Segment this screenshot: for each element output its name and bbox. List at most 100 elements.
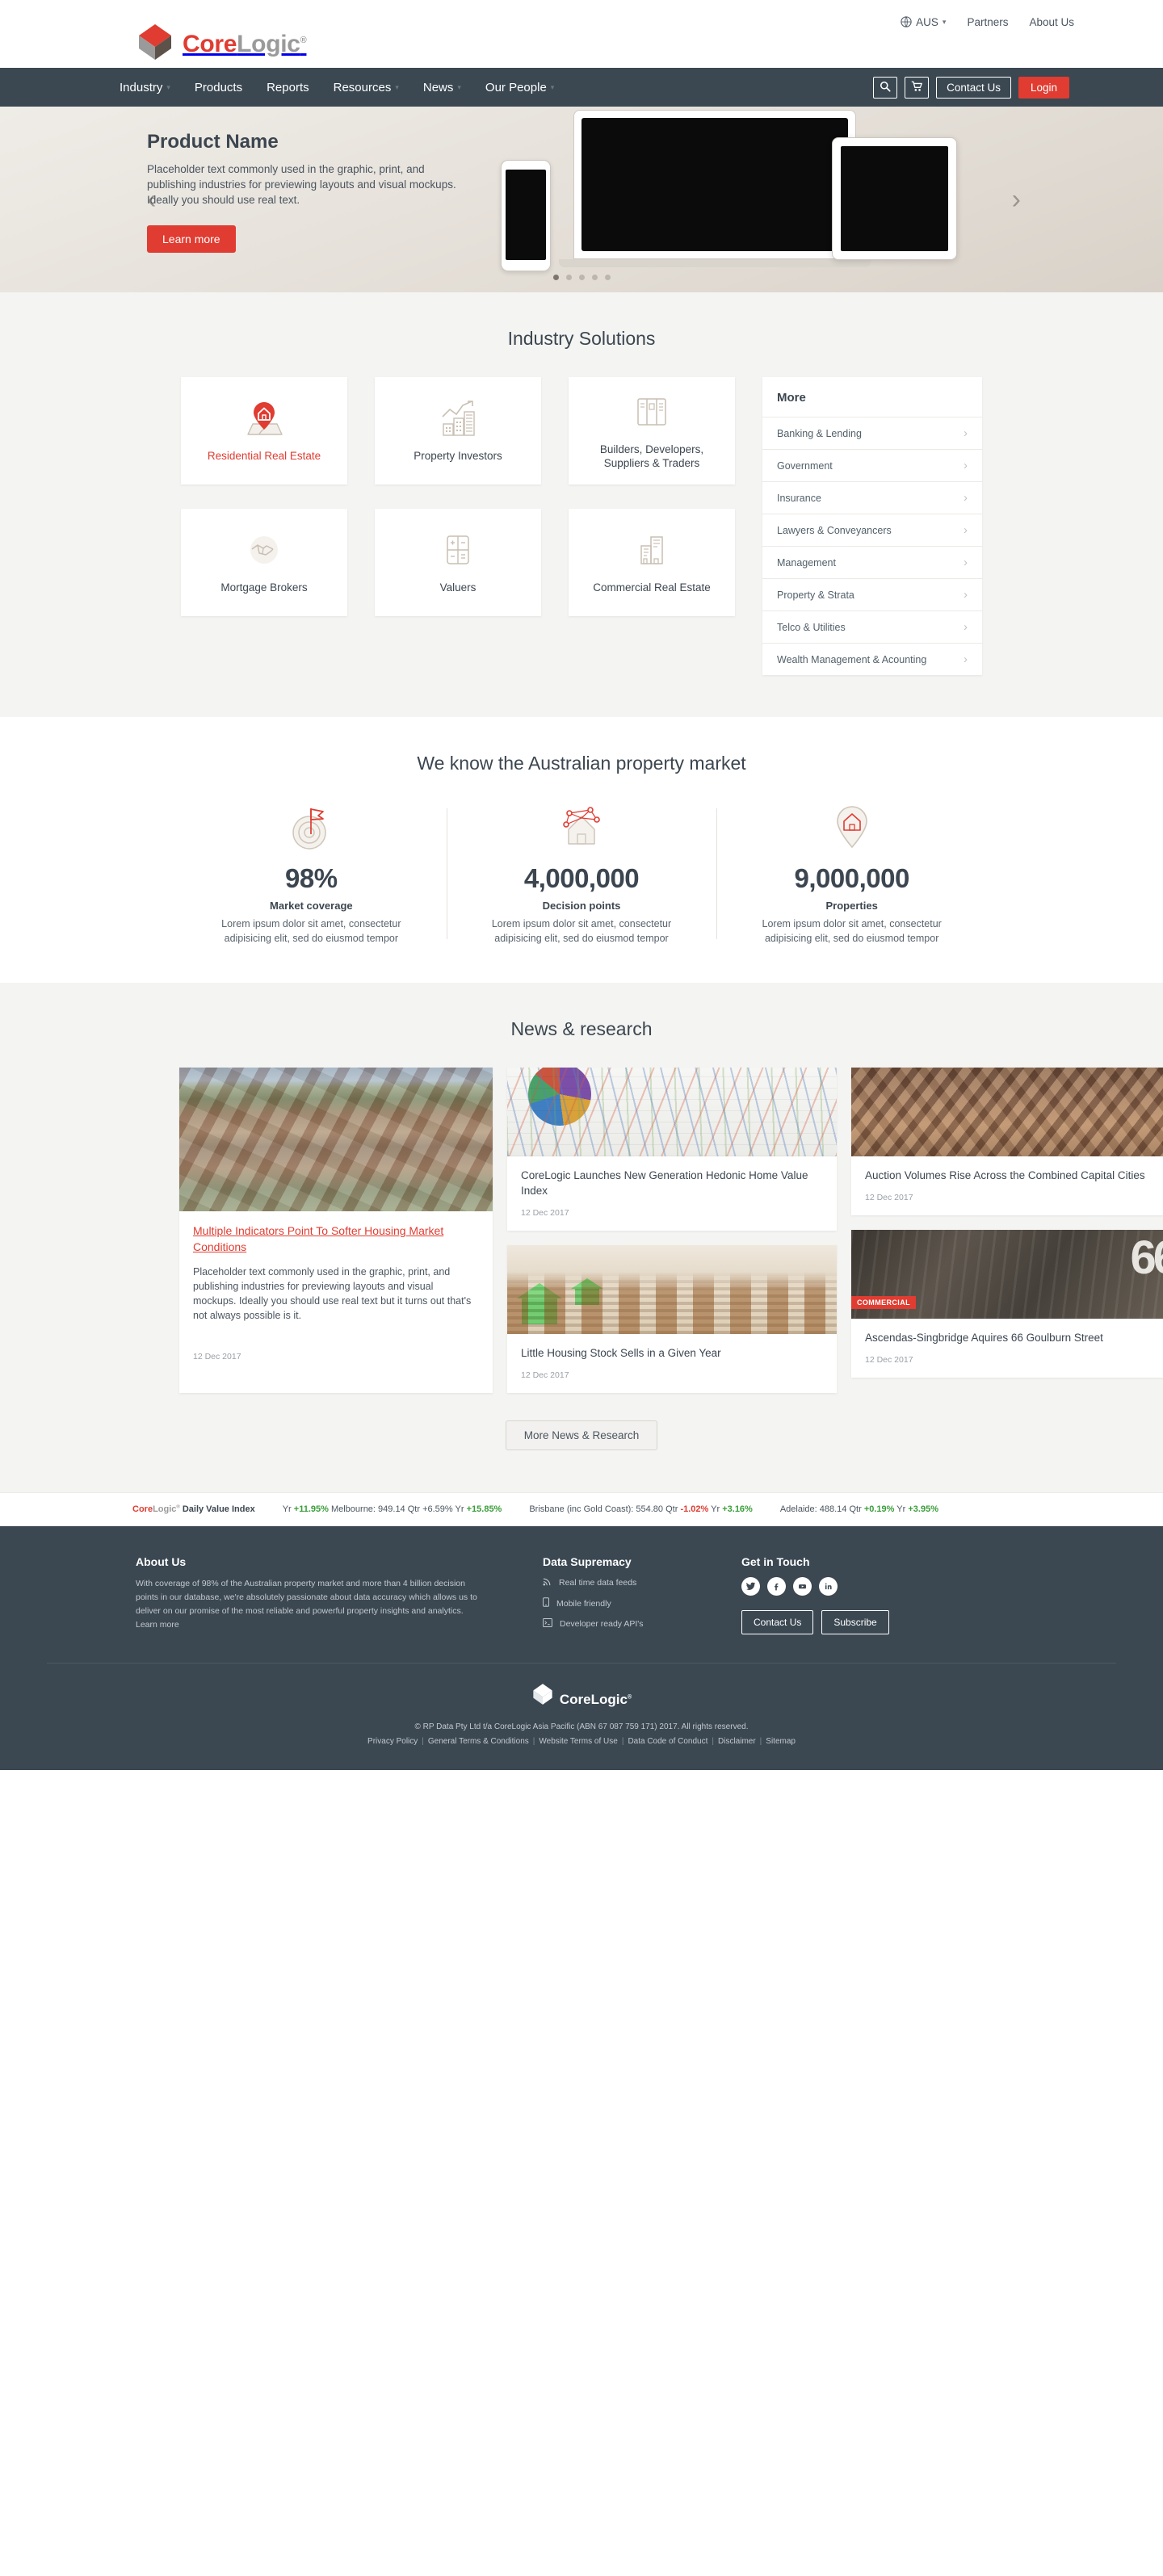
carousel-dot-5[interactable] xyxy=(604,275,611,280)
youtube-icon[interactable] xyxy=(793,1577,812,1596)
chevron-down-icon: ▾ xyxy=(166,82,170,91)
more-item-government[interactable]: Government › xyxy=(762,449,982,481)
nav-label: Products xyxy=(194,80,243,94)
charts-graphs-photo xyxy=(507,1068,837,1156)
linkedin-icon[interactable] xyxy=(819,1577,838,1596)
house-pin-icon xyxy=(737,802,966,852)
building-number-graphic: 66 xyxy=(1130,1231,1163,1284)
nav-item-industry[interactable]: Industry ▾ xyxy=(120,81,170,94)
footer-link-disclaimer[interactable]: Disclaimer xyxy=(718,1737,756,1746)
more-item-wealth-management-accounting[interactable]: Wealth Management & Acounting › xyxy=(762,643,982,675)
nav-item-news[interactable]: News ▾ xyxy=(423,81,461,94)
hero-learn-more-button[interactable]: Learn more xyxy=(147,225,236,253)
growth-chart-buildings-icon xyxy=(435,399,481,438)
stat-value: 9,000,000 xyxy=(794,863,910,893)
carousel-next-button[interactable]: › xyxy=(1012,186,1021,213)
chevron-right-icon: › xyxy=(964,652,968,666)
news-feature-title[interactable]: Multiple Indicators Point To Softer Hous… xyxy=(193,1223,479,1255)
industry-card-builders-developers[interactable]: Builders, Developers, Suppliers & Trader… xyxy=(569,377,735,485)
industry-card-grid: Residential Real Estate Property Investo… xyxy=(181,377,735,616)
green-houses-coins-photo xyxy=(507,1245,837,1334)
ticker-brand-label: Daily Value Index xyxy=(182,1504,255,1514)
footer-link-data-code-of-conduct[interactable]: Data Code of Conduct xyxy=(628,1737,707,1746)
cart-button[interactable] xyxy=(905,76,930,99)
news-card-auction-volumes[interactable]: Auction Volumes Rise Across the Combined… xyxy=(851,1068,1163,1215)
footer-link-general-terms[interactable]: General Terms & Conditions xyxy=(428,1737,529,1746)
cart-icon xyxy=(911,81,923,94)
facebook-icon[interactable] xyxy=(767,1577,786,1596)
nav-item-resources[interactable]: Resources ▾ xyxy=(334,81,399,94)
news-card-little-housing-stock[interactable]: Little Housing Stock Sells in a Given Ye… xyxy=(507,1245,837,1393)
news-feature-image xyxy=(179,1068,493,1211)
more-item-label: Government xyxy=(777,459,833,472)
main-navigation: Industry ▾ Products Reports Resources ▾ Ne… xyxy=(0,68,1163,107)
more-item-banking-lending[interactable]: Banking & Lending › xyxy=(762,417,982,449)
footer-data-item-developer-apis[interactable]: Developer ready API's xyxy=(543,1618,704,1630)
map-pin-house-icon xyxy=(241,399,287,438)
search-button[interactable] xyxy=(873,76,898,99)
footer-link-privacy-policy[interactable]: Privacy Policy xyxy=(367,1737,418,1746)
contact-us-button[interactable]: Contact Us xyxy=(936,76,1011,99)
industry-card-property-investors[interactable]: Property Investors xyxy=(375,377,541,485)
nav-label: Reports xyxy=(267,80,309,94)
more-item-management[interactable]: Management › xyxy=(762,546,982,578)
industry-card-label: Valuers xyxy=(439,581,477,594)
ticker-item-melbourne: Yr +11.95% Melbourne: 949.14 Qtr +6.59% … xyxy=(282,1504,502,1514)
hero-carousel: ‹ › Product Name Placeholder text common… xyxy=(0,107,1163,292)
tiled-roofs-photo xyxy=(851,1068,1163,1156)
twitter-icon[interactable] xyxy=(741,1577,760,1596)
carousel-dots xyxy=(89,275,1074,280)
hero-description: Placeholder text commonly used in the gr… xyxy=(147,163,456,206)
login-button[interactable]: Login xyxy=(1018,76,1069,99)
nav-item-products[interactable]: Products xyxy=(195,81,242,94)
more-item-telco-utilities[interactable]: Telco & Utilities › xyxy=(762,610,982,643)
news-card-hedonic-index[interactable]: CoreLogic Launches New Generation Hedoni… xyxy=(507,1068,837,1231)
more-item-insurance[interactable]: Insurance › xyxy=(762,481,982,514)
calculator-icon xyxy=(440,531,476,569)
chevron-right-icon: › xyxy=(964,556,968,569)
ticker-item-brisbane: Brisbane (inc Gold Coast): 554.80 Qtr -1… xyxy=(529,1504,753,1514)
carousel-dot-3[interactable] xyxy=(578,275,585,280)
more-item-label: Telco & Utilities xyxy=(777,621,846,633)
news-card-body: Auction Volumes Rise Across the Combined… xyxy=(851,1156,1163,1215)
nav-actions: Contact Us Login xyxy=(873,76,1074,99)
news-grid: Multiple Indicators Point To Softer Hous… xyxy=(89,1068,1163,1393)
corelogic-logo[interactable]: CoreLogic® xyxy=(136,23,307,61)
footer-data-supremacy-column: Data Supremacy Real time data feeds Mobi… xyxy=(543,1555,704,1638)
footer-link-sitemap[interactable]: Sitemap xyxy=(766,1737,796,1746)
phone-mockup xyxy=(501,160,551,271)
target-flag-icon xyxy=(197,802,426,852)
industry-card-label: Mortgage Brokers xyxy=(220,581,308,594)
industry-card-residential-real-estate[interactable]: Residential Real Estate xyxy=(181,377,347,485)
more-item-property-strata[interactable]: Property & Strata › xyxy=(762,578,982,610)
footer-data-item-mobile-friendly[interactable]: Mobile friendly xyxy=(543,1597,704,1609)
news-feature-card[interactable]: Multiple Indicators Point To Softer Hous… xyxy=(179,1068,493,1393)
nav-item-our-people[interactable]: Our People ▾ xyxy=(485,81,554,94)
footer-link-website-terms[interactable]: Website Terms of Use xyxy=(539,1737,617,1746)
footer-data-title: Data Supremacy xyxy=(543,1555,632,1568)
news-feature-body: Multiple Indicators Point To Softer Hous… xyxy=(179,1211,493,1374)
more-news-research-button[interactable]: More News & Research xyxy=(505,1420,658,1450)
industry-card-mortgage-brokers[interactable]: Mortgage Brokers xyxy=(181,509,347,616)
industry-solutions-title: Industry Solutions xyxy=(507,328,656,349)
news-card-title: Ascendas-Singbridge Aquires 66 Goulburn … xyxy=(865,1332,1103,1344)
news-card-image xyxy=(851,1068,1163,1156)
industry-card-valuers[interactable]: Valuers xyxy=(375,509,541,616)
news-card-body: Little Housing Stock Sells in a Given Ye… xyxy=(507,1334,837,1393)
footer-data-item-real-time-feeds[interactable]: Real time data feeds xyxy=(543,1577,704,1588)
footer-corelogic-logo[interactable]: CoreLogic® xyxy=(531,1683,632,1710)
news-card-ascendas-singbridge[interactable]: 66 COMMERCIAL Ascendas-Singbridge Aquire… xyxy=(851,1230,1163,1378)
industry-card-commercial-real-estate[interactable]: Commercial Real Estate xyxy=(569,509,735,616)
more-item-lawyers-conveyancers[interactable]: Lawyers & Conveyancers › xyxy=(762,514,982,546)
hero-device-mockup-image xyxy=(501,110,1001,279)
market-wrap: 98% Market coverage Lorem ipsum dolor si… xyxy=(89,802,1074,946)
footer-about-title: About Us xyxy=(136,1555,187,1568)
carousel-dot-2[interactable] xyxy=(565,275,572,280)
footer-subscribe-button[interactable]: Subscribe xyxy=(821,1610,889,1634)
carousel-dot-1[interactable] xyxy=(552,275,559,280)
footer-contact-us-button[interactable]: Contact Us xyxy=(741,1610,814,1634)
news-card-body: Ascendas-Singbridge Aquires 66 Goulburn … xyxy=(851,1319,1163,1378)
nav-item-reports[interactable]: Reports xyxy=(267,81,309,94)
carousel-dot-4[interactable] xyxy=(591,275,598,280)
stat-label: Decision points xyxy=(542,900,621,912)
